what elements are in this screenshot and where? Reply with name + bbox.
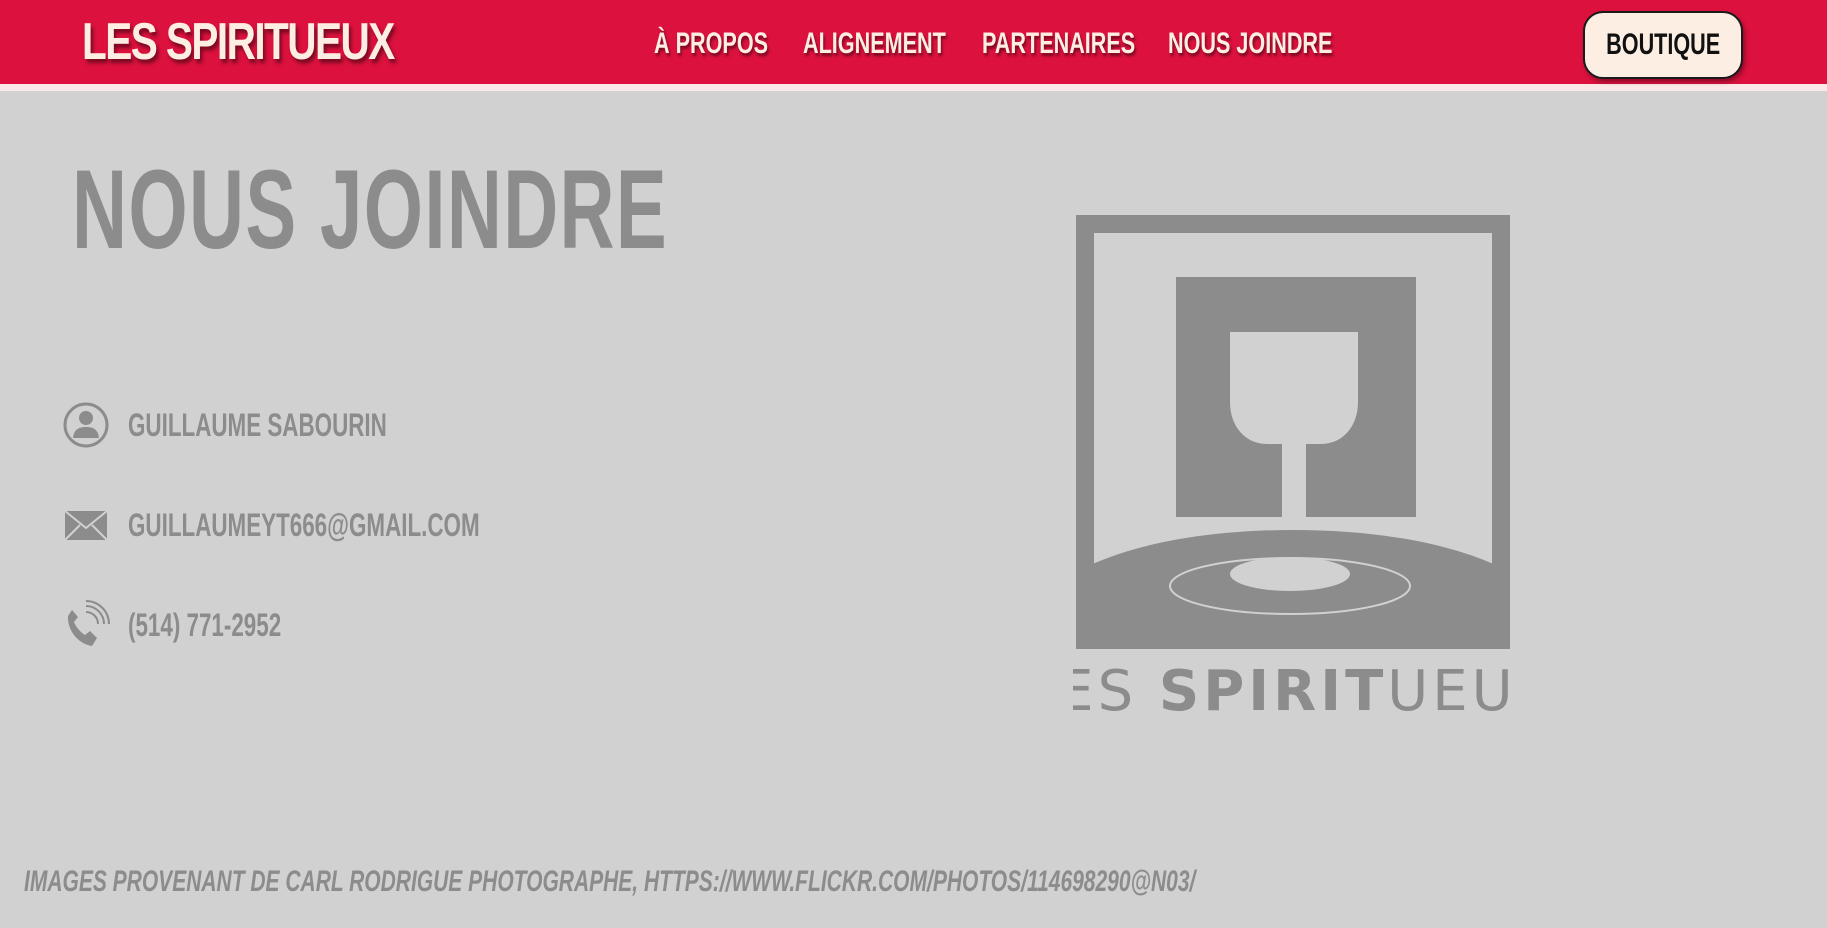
envelope-icon: [64, 510, 108, 541]
contact-name-row: GUILLAUME SABOURIN: [62, 400, 622, 450]
page-title: NOUS JOINDRE: [72, 147, 669, 272]
nav-link-nous-joindre[interactable]: NOUS JOINDRE: [1168, 24, 1332, 64]
logo-text-spirit: SPIRIT: [1159, 659, 1387, 722]
contact-phone-row: (514) 771-2952: [62, 600, 622, 650]
phone-icon: [67, 600, 110, 646]
site-brand[interactable]: LES SPIRITUEUX: [82, 10, 395, 74]
boutique-button-label: BOUTIQUE: [1605, 28, 1721, 61]
contact-email-row: GUILLAUMEYT666@GMAIL.COM: [62, 500, 622, 550]
photo-credits: IMAGES PROVENANT DE CARL RODRIGUE PHOTOG…: [24, 865, 1196, 898]
logo-text-ueux: UEUX: [1387, 659, 1513, 722]
contact-name: GUILLAUME SABOURIN: [128, 407, 387, 443]
logo-text-les: LES: [1073, 659, 1159, 722]
nav-link-a-propos[interactable]: À PROPOS: [654, 24, 768, 64]
user-circle-icon: [63, 402, 109, 448]
boutique-button[interactable]: BOUTIQUE: [1583, 11, 1743, 79]
nav-link-partenaires[interactable]: PARTENAIRES: [982, 24, 1135, 64]
site-header: LES SPIRITUEUX À PROPOS ALIGNEMENT PARTE…: [0, 0, 1827, 91]
wine-glass-logo: LES SPIRITUEUX: [1073, 215, 1513, 722]
logo-wordmark: LES SPIRITUEUX: [1073, 659, 1513, 722]
contact-phone[interactable]: (514) 771-2952: [128, 606, 281, 644]
contact-email[interactable]: GUILLAUMEYT666@GMAIL.COM: [128, 506, 480, 544]
nav-link-alignement[interactable]: ALIGNEMENT: [803, 24, 946, 64]
